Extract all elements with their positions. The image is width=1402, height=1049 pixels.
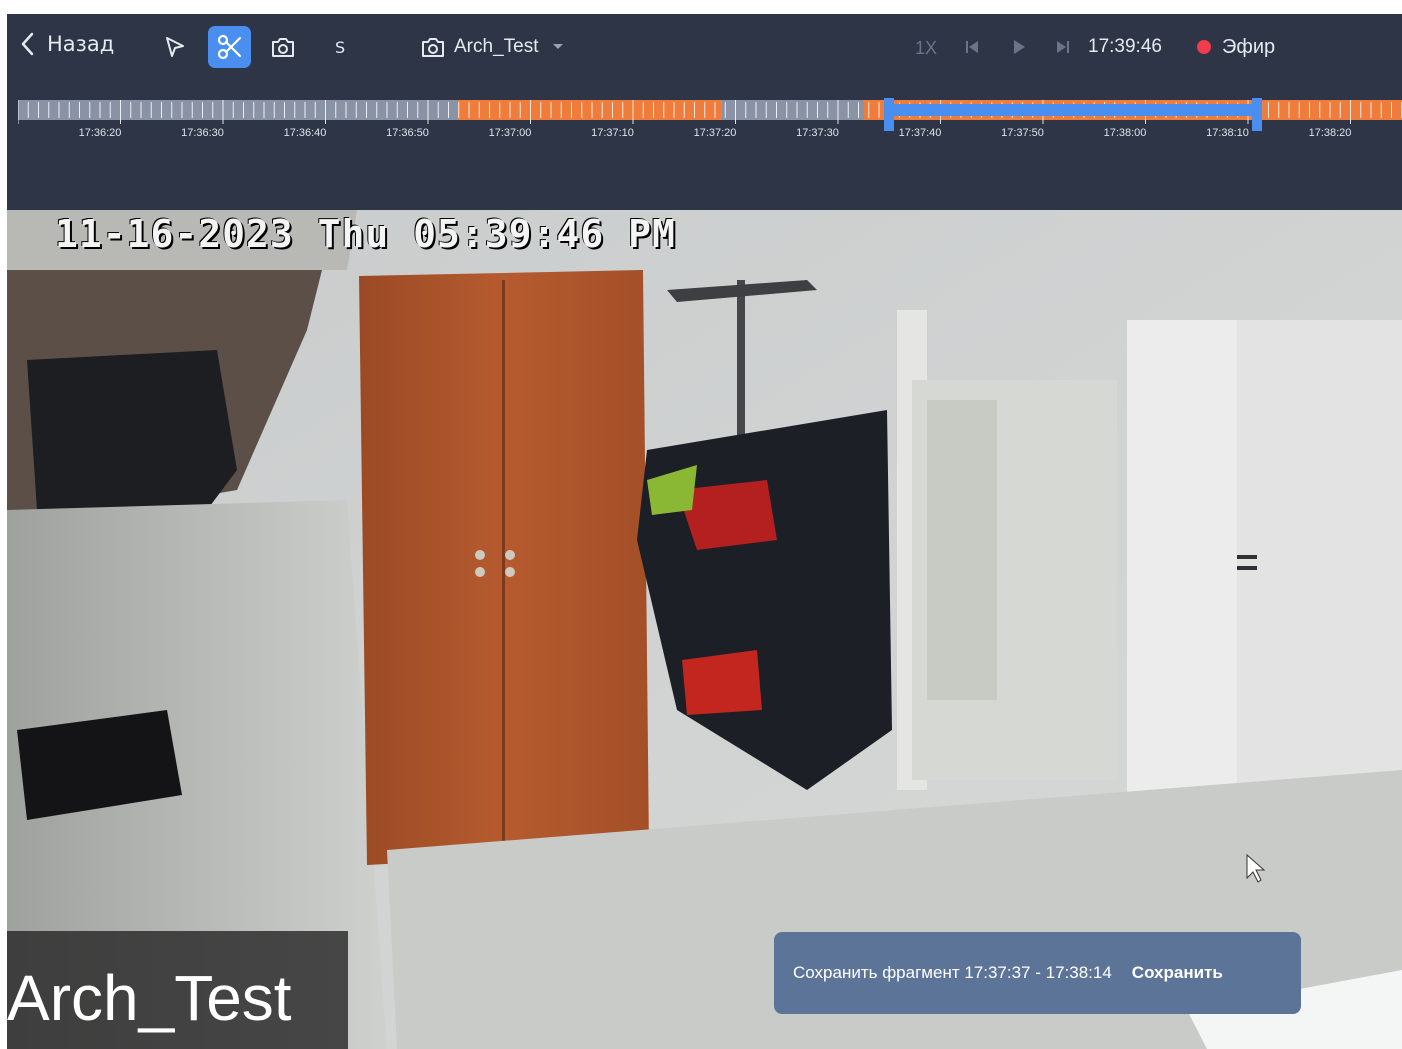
- chevron-left-icon: [21, 32, 34, 56]
- snapshot-button[interactable]: [269, 33, 297, 61]
- save-fragment-button[interactable]: Сохранить: [1132, 963, 1223, 983]
- pointer-tool-button[interactable]: [161, 33, 189, 61]
- timeline-tick-labels: 17:36:20 17:36:30 17:36:40 17:36:50 17:37:00…: [79, 127, 1352, 138]
- timeline-empty-segment: [18, 100, 458, 120]
- timeline-track[interactable]: 17:36:20 17:36:30 17:36:40 17:36:50 17:37:00…: [18, 98, 1402, 138]
- dropdown-icon: [553, 44, 564, 49]
- timeline-tick-label: 17:37:50: [1001, 127, 1044, 138]
- timeline-tick-label: 17:37:00: [489, 127, 532, 138]
- selection-end-handle[interactable]: [1252, 98, 1262, 131]
- timeline-tick-label: 17:36:20: [79, 127, 122, 138]
- current-time: 17:39:46: [1088, 36, 1162, 57]
- play-icon: [1014, 40, 1025, 54]
- timeline-empty-segment: [722, 100, 864, 120]
- clip-tool-button[interactable]: [208, 26, 251, 68]
- live-button[interactable]: Эфир: [1197, 34, 1275, 60]
- timeline-tick-label: 17:37:40: [899, 127, 942, 138]
- timeline-tick-label: 17:38:10: [1206, 127, 1249, 138]
- skip-forward-icon: [1057, 41, 1069, 53]
- timeline-tick-label: 17:37:30: [796, 127, 839, 138]
- camera-icon: [422, 38, 444, 57]
- camera-selector[interactable]: Arch_Test: [420, 33, 565, 61]
- toolbar: Назад S Arch_Test 1X 17:39:46 Эфир 17:36…: [7, 14, 1402, 210]
- play-button[interactable]: [1008, 36, 1030, 58]
- camera-label: Arch_Test: [7, 962, 292, 1034]
- timeline-tick-label: 17:38:20: [1309, 127, 1352, 138]
- selection-start-handle[interactable]: [884, 98, 894, 131]
- skip-back-icon: [966, 41, 978, 53]
- live-label: Эфир: [1222, 35, 1276, 58]
- live-dot-icon: [1197, 40, 1211, 54]
- app-window: Назад S Arch_Test 1X 17:39:46 Эфир 17:36…: [7, 14, 1402, 1049]
- save-fragment-toast: Сохранить фрагмент 17:37:37 - 17:38:14 С…: [774, 932, 1301, 1014]
- speed-toggle[interactable]: S: [335, 36, 345, 60]
- timeline[interactable]: 17:36:20 17:36:30 17:36:40 17:36:50 17:37:00…: [18, 98, 1402, 138]
- video-frame[interactable]: [7, 210, 1402, 1049]
- timeline-tick-label: 17:36:40: [284, 127, 327, 138]
- timeline-tick-label: 17:37:20: [694, 127, 737, 138]
- camera-feed-image: [7, 210, 1402, 1049]
- playback-speed[interactable]: 1X: [915, 36, 937, 60]
- camera-icon: [272, 38, 294, 57]
- timeline-selection[interactable]: [888, 104, 1260, 116]
- camera-selector-label: Arch_Test: [454, 36, 539, 57]
- skip-forward-button[interactable]: [1053, 36, 1073, 58]
- timeline-tick-label: 17:38:00: [1104, 127, 1147, 138]
- scissors-icon: [217, 34, 241, 60]
- back-button[interactable]: Назад: [21, 30, 114, 58]
- skip-back-button[interactable]: [962, 36, 982, 58]
- toast-message: Сохранить фрагмент 17:37:37 - 17:38:14: [793, 963, 1112, 982]
- timeline-tick-label: 17:36:50: [386, 127, 429, 138]
- timeline-tick-label: 17:37:10: [591, 127, 634, 138]
- timeline-tick-label: 17:36:30: [181, 127, 224, 138]
- osd-timestamp: 11-16-2023 Thu 05:39:46 PM: [55, 212, 676, 256]
- pointer-icon: [166, 37, 184, 57]
- timeline-recorded-segment: [458, 100, 722, 120]
- back-label: Назад: [47, 32, 115, 56]
